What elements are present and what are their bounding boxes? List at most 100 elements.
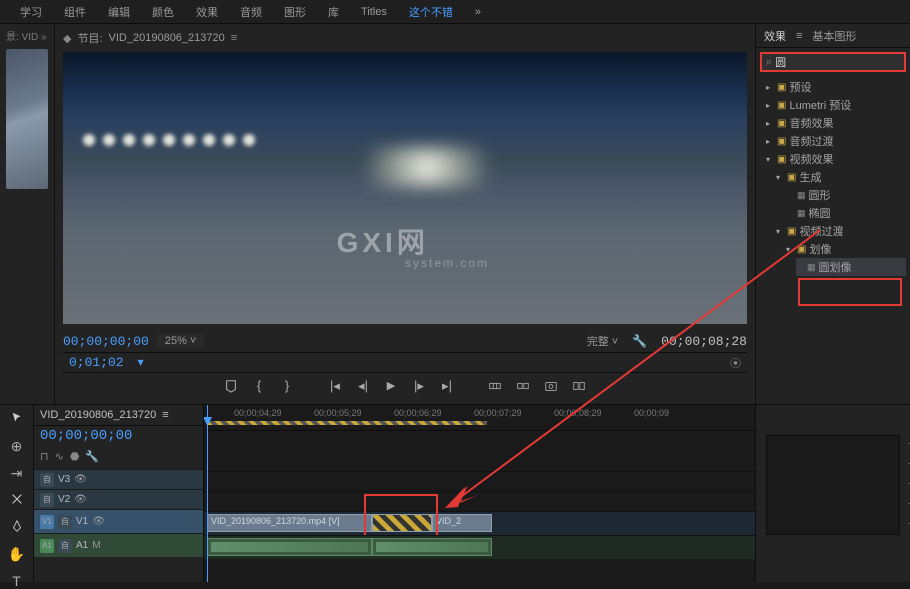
- track-header-v3[interactable]: 自 V3 👁: [34, 469, 203, 489]
- mark-out-button[interactable]: }: [278, 377, 296, 395]
- ruler-options-icon[interactable]: ⦿: [730, 355, 741, 371]
- menu-item[interactable]: 效果: [196, 4, 218, 20]
- program-ruler[interactable]: 0;01;02 ▾ ⦿: [63, 352, 747, 372]
- settings-icon[interactable]: 🔧: [85, 450, 99, 463]
- export-frame-button[interactable]: [542, 377, 560, 395]
- tree-label: 视频过渡: [799, 223, 843, 239]
- track-label: V1: [76, 516, 88, 527]
- track-toggle[interactable]: 自: [58, 539, 72, 553]
- effects-tree: ▸▣预设 ▸▣Lumetri 预设 ▸▣音频效果 ▸▣音频过渡 ▾▣视频效果 ▾…: [756, 76, 910, 310]
- menu-item[interactable]: 图形: [284, 4, 306, 20]
- razor-tool-icon[interactable]: [10, 492, 24, 509]
- track-header-v2[interactable]: 自 V2 👁: [34, 489, 203, 509]
- step-back-button[interactable]: ◂|: [354, 377, 372, 395]
- zoom-select[interactable]: 25% ˅: [157, 334, 205, 348]
- marker-icon[interactable]: ⬣: [70, 450, 80, 463]
- add-marker-button[interactable]: [222, 377, 240, 395]
- goto-in-button[interactable]: |◂: [326, 377, 344, 395]
- eye-icon[interactable]: 👁: [92, 516, 105, 527]
- menu-overflow-icon[interactable]: »: [475, 6, 481, 18]
- tree-effect[interactable]: ▦椭圆: [786, 204, 906, 222]
- extract-button[interactable]: [514, 377, 532, 395]
- tree-folder[interactable]: ▸▣音频效果: [766, 114, 906, 132]
- comparison-button[interactable]: [570, 377, 588, 395]
- effect-icon: ▦: [797, 208, 806, 219]
- tree-folder[interactable]: ▾▣划像: [786, 240, 906, 258]
- tree-folder[interactable]: ▾▣视频过渡: [776, 222, 906, 240]
- audio-clip[interactable]: [372, 538, 492, 556]
- track-lane-a1[interactable]: [204, 535, 755, 559]
- track-toggle[interactable]: 自: [40, 473, 54, 487]
- tab-menu-icon[interactable]: ≡: [796, 30, 802, 42]
- menu-item-active[interactable]: 这个不错: [409, 4, 453, 20]
- step-forward-button[interactable]: |▸: [410, 377, 428, 395]
- fit-select[interactable]: 完整 ˅: [587, 333, 618, 349]
- track-source-v1[interactable]: V1: [40, 515, 54, 529]
- track-toggle[interactable]: 自: [58, 515, 72, 529]
- source-thumbnail[interactable]: [6, 49, 48, 189]
- mark-in-button[interactable]: {: [250, 377, 268, 395]
- panel-menu-icon[interactable]: ≡: [162, 409, 168, 421]
- tree-folder[interactable]: ▸▣预设: [766, 78, 906, 96]
- menu-item[interactable]: 编辑: [108, 4, 130, 20]
- menu-item[interactable]: 组件: [64, 4, 86, 20]
- linked-selection-icon[interactable]: ∿: [55, 450, 64, 463]
- time-tick: 00;00;04;29: [234, 408, 282, 418]
- menu-item[interactable]: Titles: [361, 6, 387, 18]
- tree-effect-selected[interactable]: ▦圆划像: [796, 258, 906, 276]
- track-lane-v3[interactable]: [204, 471, 755, 491]
- effects-search-input[interactable]: [775, 56, 910, 68]
- playhead[interactable]: [207, 405, 208, 582]
- timeline-content[interactable]: 00;00;04;29 00;00;05;29 00;00;06;29 00;0…: [204, 405, 755, 582]
- time-tick: 00;00;06;29: [394, 408, 442, 418]
- lift-button[interactable]: [486, 377, 504, 395]
- sequence-name: VID_20190806_213720: [40, 409, 156, 421]
- time-tick: 00;00;09: [634, 408, 669, 418]
- timeline-ruler[interactable]: 00;00;04;29 00;00;05;29 00;00;06;29 00;0…: [204, 405, 755, 431]
- eye-icon[interactable]: 👁: [74, 494, 87, 505]
- video-clip[interactable]: VID_20190806_213720.mp4 [V]: [207, 514, 372, 532]
- track-lane-v1[interactable]: VID_20190806_213720.mp4 [V] VID_2: [204, 511, 755, 535]
- video-clip[interactable]: VID_2: [432, 514, 492, 532]
- tab-essential-graphics[interactable]: 基本图形: [812, 28, 856, 44]
- menu-item[interactable]: 库: [328, 4, 339, 20]
- play-button[interactable]: ▶: [382, 377, 400, 395]
- work-area-bar[interactable]: [207, 421, 487, 425]
- tab-effects[interactable]: 效果: [764, 28, 786, 44]
- settings-icon[interactable]: 🔧: [632, 334, 647, 348]
- timeline-timecode[interactable]: 00;00;00;00: [34, 426, 203, 448]
- mute-icon[interactable]: M: [92, 540, 100, 551]
- eye-icon[interactable]: 👁: [74, 474, 87, 485]
- menu-item[interactable]: 颜色: [152, 4, 174, 20]
- audio-clip[interactable]: [207, 538, 372, 556]
- tree-folder[interactable]: ▸▣音频过渡: [766, 132, 906, 150]
- pen-tool-icon[interactable]: [10, 519, 24, 536]
- preview-viewport[interactable]: GXI网 system.com: [63, 52, 747, 324]
- hand-tool-icon[interactable]: ✋: [8, 546, 25, 563]
- menu-item[interactable]: 音频: [240, 4, 262, 20]
- tree-folder[interactable]: ▾▣视频效果: [766, 150, 906, 168]
- ripple-tool-icon[interactable]: ⇥: [11, 465, 23, 482]
- panel-menu-icon[interactable]: ◆: [63, 32, 71, 45]
- goto-out-button[interactable]: ▸|: [438, 377, 456, 395]
- track-header-a1[interactable]: A1 自 A1 M: [34, 533, 203, 557]
- track-select-tool-icon[interactable]: ⊕: [11, 438, 23, 455]
- menu-item[interactable]: 学习: [20, 4, 42, 20]
- track-label: V3: [58, 474, 70, 485]
- tree-folder[interactable]: ▸▣Lumetri 预设: [766, 96, 906, 114]
- tree-folder[interactable]: ▾▣生成: [776, 168, 906, 186]
- effects-search[interactable]: ⌕ ×: [760, 52, 906, 72]
- source-prefix: 景:: [6, 32, 19, 43]
- ruler-marker-icon[interactable]: ▾: [138, 355, 144, 369]
- track-source-a1[interactable]: A1: [40, 539, 54, 553]
- panel-menu-icon[interactable]: ≡: [231, 32, 237, 44]
- track-toggle[interactable]: 自: [40, 493, 54, 507]
- snap-icon[interactable]: ⊓: [40, 450, 49, 463]
- sequence-tab[interactable]: VID_20190806_213720 ≡: [34, 405, 203, 426]
- current-timecode[interactable]: 00;00;00;00: [63, 334, 149, 349]
- type-tool-icon[interactable]: T: [12, 573, 21, 589]
- selection-tool-icon[interactable]: [10, 411, 24, 428]
- track-header-v1[interactable]: V1 自 V1 👁: [34, 509, 203, 533]
- track-lane-v2[interactable]: [204, 491, 755, 511]
- tree-effect[interactable]: ▦圆形: [786, 186, 906, 204]
